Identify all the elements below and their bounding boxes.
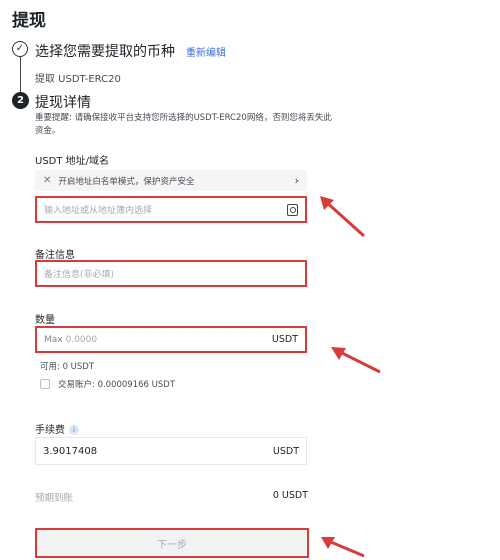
max-label[interactable]: Max bbox=[44, 335, 63, 345]
memo-placeholder: 备注信息(非必填) bbox=[44, 270, 115, 280]
memo-input[interactable]: 备注信息(非必填) bbox=[35, 260, 307, 287]
reedit-link[interactable]: 重新编辑 bbox=[186, 44, 226, 59]
fee-label: 手续费 bbox=[35, 425, 65, 436]
trading-account-option[interactable]: 交易账户: 0.00009166 USDT bbox=[40, 378, 175, 390]
annotation-arrow-next bbox=[321, 537, 365, 558]
close-icon[interactable]: ✕ bbox=[43, 175, 51, 186]
fee-value: 3.9017408 bbox=[43, 445, 98, 457]
next-button[interactable]: 下一步 bbox=[35, 528, 309, 558]
fee-field: 3.9017408 USDT bbox=[35, 437, 307, 465]
annotation-arrow-address bbox=[320, 196, 366, 238]
whitelist-banner[interactable]: ✕ 开启地址白名单模式，保护资产安全 › bbox=[35, 170, 307, 191]
info-icon[interactable]: i bbox=[69, 425, 79, 435]
address-book-icon[interactable] bbox=[287, 203, 298, 216]
whitelist-text: 开启地址白名单模式，保护资产安全 bbox=[58, 176, 195, 187]
step1-title: 选择您需要提取的币种 bbox=[35, 44, 175, 60]
step1-selected-coin: 提取 USDT-ERC20 bbox=[35, 74, 121, 85]
available-balance: 可用: 0 USDT bbox=[40, 362, 95, 372]
amount-label: 数量 bbox=[35, 315, 55, 326]
page-title: 提现 bbox=[12, 11, 46, 31]
amount-placeholder: 0.0000 bbox=[65, 334, 98, 345]
fee-label-row: 手续费 i bbox=[35, 421, 79, 436]
annotation-arrow-amount bbox=[331, 347, 381, 374]
address-placeholder: 输入地址或从地址簿内选择 bbox=[44, 206, 153, 216]
trading-account-text: 交易账户: 0.00009166 USDT bbox=[58, 380, 175, 390]
step2-title: 提现详情 bbox=[35, 95, 91, 111]
memo-label: 备注信息 bbox=[35, 250, 75, 261]
trading-account-checkbox[interactable] bbox=[40, 379, 50, 389]
fee-unit: USDT bbox=[272, 445, 299, 457]
arrival-label: 预期到账 bbox=[35, 493, 74, 504]
network-warning: 重要提醒: 请确保接收平台支持您所选择的USDT-ERC20网络，否则您将丢失此… bbox=[35, 113, 332, 136]
step-connector-line bbox=[20, 55, 21, 93]
amount-unit: USDT bbox=[271, 334, 298, 345]
chevron-right-icon: › bbox=[294, 174, 299, 187]
address-input[interactable]: 输入地址或从地址簿内选择 bbox=[35, 196, 307, 223]
amount-input[interactable]: Max 0.0000 USDT bbox=[35, 326, 307, 353]
arrival-value: 0 USDT bbox=[272, 490, 308, 501]
check-circle-icon: ✓ bbox=[12, 41, 28, 57]
address-label: USDT 地址/域名 bbox=[35, 156, 110, 167]
step2-number-badge: 2 bbox=[12, 92, 29, 109]
